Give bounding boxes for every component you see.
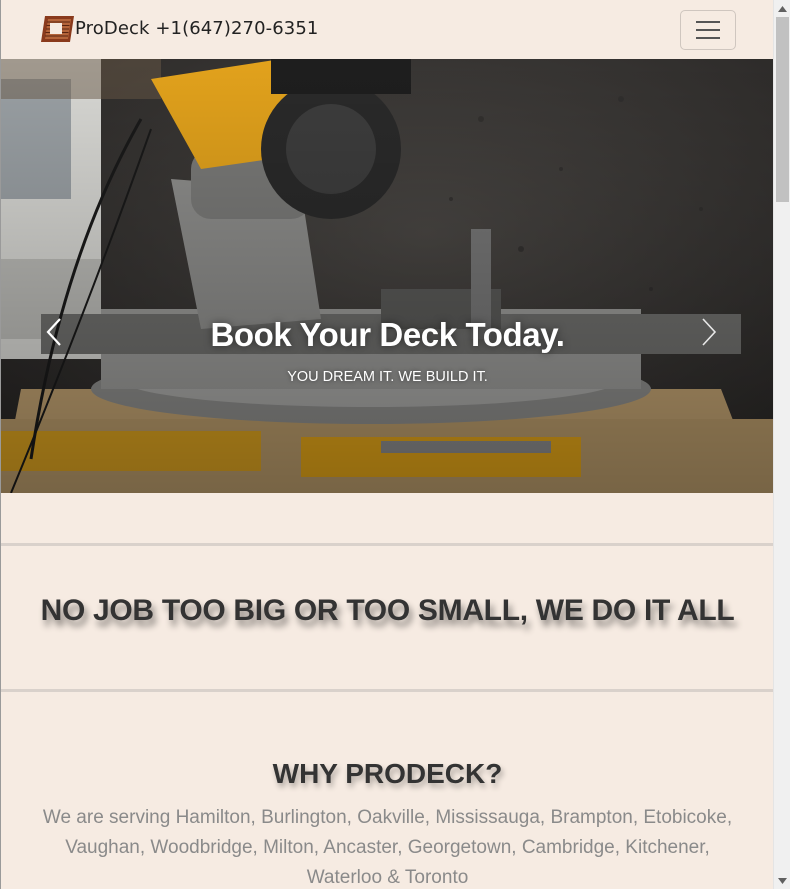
hero-subtitle: YOU DREAM IT. WE BUILD IT. <box>287 369 488 385</box>
hamburger-line <box>696 21 720 23</box>
hero-title: Book Your Deck Today. <box>210 316 565 353</box>
why-prodeck-heading: WHY PRODECK? <box>272 758 503 789</box>
scroll-down-arrow-icon <box>778 877 787 884</box>
hamburger-line <box>696 37 720 39</box>
tagline-heading: NO JOB TOO BIG OR TOO SMALL, WE DO IT AL… <box>40 594 735 627</box>
brand-link[interactable]: ProDeck +1(647)270-6351 <box>39 14 318 44</box>
scroll-up-arrow-icon <box>778 5 787 12</box>
prodeck-logo-icon <box>39 14 74 44</box>
page: ProDeck +1(647)270-6351 Book Your Deck T… <box>0 0 773 889</box>
brand-text: ProDeck +1(647)270-6351 <box>75 18 319 39</box>
vertical-scrollbar[interactable] <box>773 0 790 889</box>
service-areas-text: We are serving Hamilton, Burlington, Oak… <box>42 807 733 888</box>
section-divider <box>1 543 773 546</box>
scroll-up-button[interactable] <box>774 0 790 17</box>
hamburger-menu-button[interactable] <box>680 10 736 50</box>
hero-image-miter-saw <box>1 59 773 493</box>
section-divider <box>1 689 773 692</box>
scrollbar-thumb[interactable] <box>776 17 789 202</box>
navbar: ProDeck +1(647)270-6351 <box>1 0 773 59</box>
hamburger-line <box>696 29 720 31</box>
hero-carousel: Book Your Deck Today. YOU DREAM IT. WE B… <box>1 59 773 493</box>
scroll-down-button[interactable] <box>774 872 790 889</box>
